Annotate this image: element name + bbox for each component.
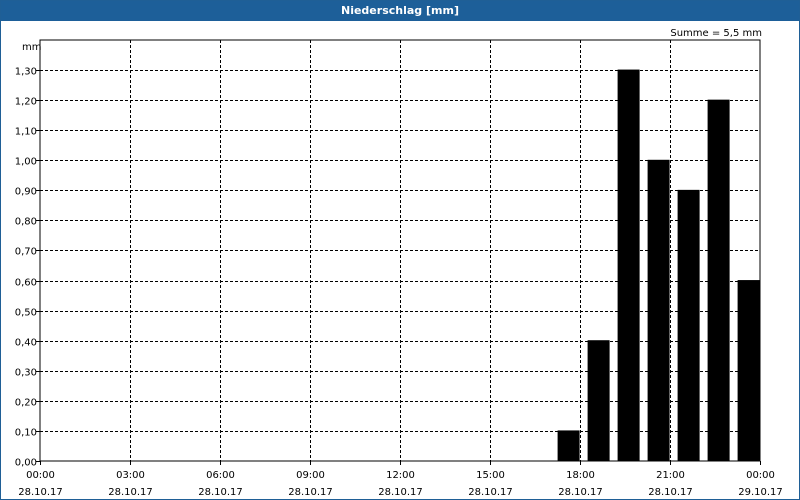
- y-axis-label: mm: [22, 42, 41, 53]
- x-tick-time: 21:00: [656, 470, 685, 481]
- x-tick-date: 28.10.17: [468, 487, 513, 498]
- bar: [647, 159, 670, 462]
- x-tick-time: 15:00: [476, 470, 505, 481]
- x-tick-time: 06:00: [206, 470, 235, 481]
- y-tick-label: 0,30: [15, 368, 37, 379]
- y-tick-label: 1,20: [15, 97, 37, 108]
- x-tick-date: 29.10.17: [738, 487, 783, 498]
- x-tick-time: 03:00: [116, 470, 145, 481]
- y-tick-label: 1,00: [15, 157, 37, 168]
- y-axis: 0,00 0,10 0,20 0,30 0,40 0,50 0,60 0,70 0,80 0,90…: [15, 67, 40, 469]
- bar: [557, 430, 580, 462]
- bars: [557, 69, 760, 462]
- y-tick-label: 1,10: [15, 127, 37, 138]
- x-tick-date: 28.10.17: [558, 487, 603, 498]
- x-axis: 00:00 28.10.17 03:00 28.10.17 06:00 28.10.17 0…: [18, 461, 783, 498]
- y-tick-label: 0,70: [15, 247, 37, 258]
- x-tick-time: 12:00: [386, 470, 415, 481]
- y-tick-label: 0,20: [15, 398, 37, 409]
- bar: [587, 340, 610, 462]
- y-tick-label: 0,60: [15, 278, 37, 289]
- y-tick-label: 0,40: [15, 338, 37, 349]
- y-tick-label: 0,10: [15, 428, 37, 439]
- x-tick-date: 28.10.17: [108, 487, 153, 498]
- bar: [617, 69, 640, 462]
- y-tick-label: 0,80: [15, 217, 37, 228]
- y-tick-label: 0,90: [15, 187, 37, 198]
- x-tick-time: 18:00: [566, 470, 595, 481]
- y-tick-label: 0,00: [15, 458, 37, 469]
- x-tick-date: 28.10.17: [198, 487, 243, 498]
- x-tick-date: 28.10.17: [378, 487, 423, 498]
- y-tick-label: 0,50: [15, 308, 37, 319]
- y-tick-label: 1,30: [15, 67, 37, 78]
- x-tick-time: 00:00: [746, 470, 775, 481]
- x-tick-time: 00:00: [26, 470, 55, 481]
- x-tick-date: 28.10.17: [648, 487, 693, 498]
- bar: [737, 280, 760, 462]
- chart-canvas: 0,00 0,10 0,20 0,30 0,40 0,50 0,60 0,70 0,80 0,90…: [15, 28, 783, 498]
- x-tick-date: 28.10.17: [18, 487, 63, 498]
- bar: [677, 189, 700, 462]
- bar: [707, 99, 730, 462]
- x-tick-time: 09:00: [296, 470, 325, 481]
- x-tick-date: 28.10.17: [288, 487, 333, 498]
- sum-label: Summe = 5,5 mm: [670, 28, 762, 39]
